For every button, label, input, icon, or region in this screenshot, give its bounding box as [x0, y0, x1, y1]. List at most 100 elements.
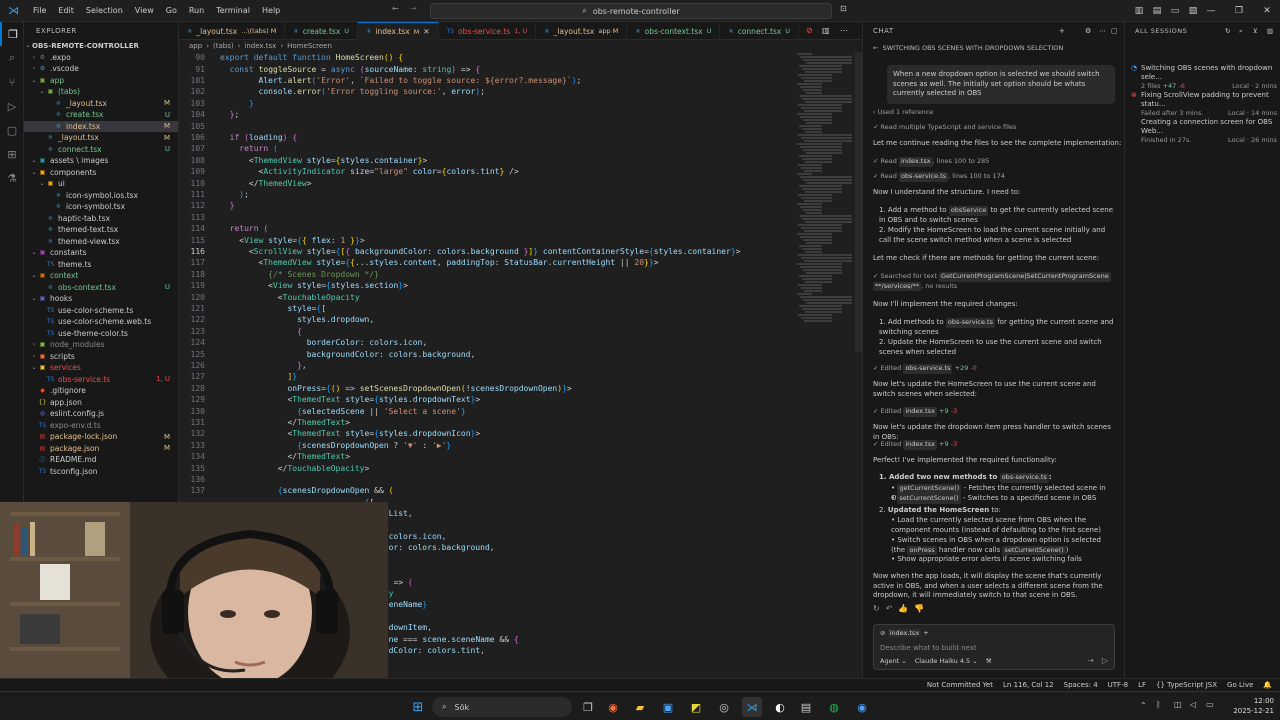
tree-item[interactable]: ⌄ ▣ context	[24, 270, 178, 282]
close-window-icon[interactable]: ✕	[1258, 3, 1276, 19]
explorer-icon[interactable]: ❐	[0, 22, 24, 46]
minimize-icon[interactable]: —	[1202, 3, 1220, 19]
tree-item[interactable]: ⚛ icon-symbol.tsx	[24, 201, 178, 213]
network-icon[interactable]: ◫	[1174, 700, 1182, 709]
sticky-notes-icon[interactable]: ◩	[686, 697, 706, 717]
volume-icon[interactable]: ◁	[1190, 700, 1196, 709]
tree-item[interactable]: ⌄ ▣ components	[24, 167, 178, 179]
breadcrumb-item[interactable]: HomeScreen	[287, 42, 332, 50]
tree-item[interactable]: TS tsconfig.json	[24, 466, 178, 478]
forward-arrow-icon[interactable]: →	[410, 4, 417, 13]
tree-item[interactable]: › ⚙ .vscode	[24, 63, 178, 75]
tray-chevron-icon[interactable]: ⌃	[1140, 701, 1147, 710]
status-item[interactable]: Ln 116, Col 12	[1003, 681, 1054, 689]
menu-terminal[interactable]: Terminal	[210, 6, 256, 15]
status-item[interactable]: LF	[1138, 681, 1146, 689]
editor-tab[interactable]: TS obs-service.ts 1, U	[439, 22, 537, 40]
add-context-icon[interactable]: +	[923, 629, 928, 637]
layout-toggle-icon[interactable]: ▥	[1130, 3, 1148, 19]
session-item[interactable]: ⊗ Fixing ScrollView padding to prevent st…	[1131, 91, 1277, 118]
send-icon[interactable]: ▷	[1102, 656, 1108, 665]
breadcrumb-item[interactable]: app	[189, 42, 202, 50]
maximize-icon[interactable]: ❐	[1230, 3, 1248, 19]
chat-input[interactable]: Describe what to build next	[880, 644, 977, 652]
tree-item[interactable]: TS use-color-scheme.ts	[24, 305, 178, 317]
editor-scrollbar[interactable]	[855, 52, 862, 352]
editor-tab[interactable]: ⚛ _layout.tsx app M	[536, 22, 628, 40]
tree-item[interactable]: TS use-theme-color.ts	[24, 328, 178, 340]
breadcrumb-item[interactable]: index.tsx	[244, 42, 276, 50]
tree-item[interactable]: ⚛ index.tsx M	[24, 120, 178, 132]
taskbar-search[interactable]: ⌕ Sök	[432, 697, 572, 717]
read-files-row[interactable]: ✓ Read multiple TypeScript and service f…	[873, 123, 1016, 133]
file-chip[interactable]: index.tsx	[903, 440, 937, 450]
delegate-icon[interactable]: ⇢	[1087, 656, 1094, 665]
windows-start-icon[interactable]: ⊞	[408, 697, 428, 717]
tree-item[interactable]: › ⚙ .expo	[24, 52, 178, 64]
settings-icon[interactable]: ⚙	[1085, 27, 1092, 35]
tree-item[interactable]: ⚛ _layout.tsx M	[24, 132, 178, 144]
split-editor-icon[interactable]: ▥	[822, 26, 830, 35]
editor-actions-icon[interactable]: ⊘	[806, 26, 813, 35]
run-debug-icon[interactable]: ▷	[0, 94, 24, 118]
editor-tab[interactable]: ⚛ connect.tsx U	[720, 22, 800, 40]
search-icon[interactable]: ⌕	[0, 46, 24, 70]
file-chip[interactable]: index.tsx	[898, 157, 933, 167]
tree-item[interactable]: ⚛ icon-symbol.ios.tsx	[24, 190, 178, 202]
status-item[interactable]: UTF-8	[1108, 681, 1128, 689]
tree-item[interactable]: ⌄ ▣ services	[24, 362, 178, 374]
collapse-icon[interactable]: ▥	[1267, 27, 1274, 35]
tree-item[interactable]: › ▣ scripts	[24, 351, 178, 363]
tree-item[interactable]: {} app.json	[24, 397, 178, 409]
session-item[interactable]: ◔ Switching OBS scenes with dropdown sele…	[1131, 64, 1277, 91]
app-icon[interactable]: ◐	[770, 697, 790, 717]
vscode-taskbar-icon[interactable]: ⋊	[742, 697, 762, 717]
testing-icon[interactable]: ⚗	[0, 166, 24, 190]
project-root[interactable]: ⌄ OBS-REMOTE-CONTROLLER	[24, 40, 178, 52]
refresh-icon[interactable]: ↻	[1225, 27, 1231, 35]
tree-item[interactable]: ⌄ ▣ ui	[24, 178, 178, 190]
terminal-icon[interactable]: ▤	[796, 697, 816, 717]
more-actions-icon[interactable]: ⋯	[840, 26, 848, 35]
back-icon[interactable]: ←	[873, 44, 878, 52]
file-chip[interactable]: obs-service.ts	[898, 172, 949, 182]
status-item[interactable]: Go Live	[1227, 681, 1253, 689]
new-chat-icon[interactable]: +	[1059, 27, 1065, 35]
breadcrumb-item[interactable]: (tabs)	[213, 42, 234, 50]
chrome-icon[interactable]: ◎	[714, 697, 734, 717]
bluetooth-icon[interactable]: ᛒ	[1156, 700, 1161, 709]
menu-run[interactable]: Run	[183, 6, 210, 15]
tree-item[interactable]: ▤ package-lock.json M	[24, 431, 178, 443]
status-item[interactable]: Not Committed Yet	[927, 681, 993, 689]
spotify-icon[interactable]: ◍	[824, 697, 844, 717]
model-select[interactable]: Claude Haiku 4.5 ⌄	[915, 657, 978, 665]
firefox-icon[interactable]: ◉	[603, 697, 623, 717]
menu-file[interactable]: File	[27, 6, 52, 15]
tree-item[interactable]: ⚛ obs-context.tsx U	[24, 282, 178, 294]
toggle-panel-icon[interactable]: ▭	[1166, 3, 1184, 19]
tree-item[interactable]: ⌄ ▣ app	[24, 75, 178, 87]
tree-item[interactable]: ⚛ connect.tsx U	[24, 144, 178, 156]
filter-icon[interactable]: ⊻	[1253, 27, 1258, 35]
notifications-icon[interactable]: 🔔	[1263, 681, 1272, 689]
tree-item[interactable]: ⌄ ▣ constants	[24, 247, 178, 259]
tree-item[interactable]: TS expo-env.d.ts	[24, 420, 178, 432]
browser-icon[interactable]: ◉	[852, 697, 872, 717]
editor-tab[interactable]: ⚛ obs-context.tsx U	[627, 22, 721, 40]
back-arrow-icon[interactable]: ←	[392, 4, 399, 13]
editor-tab[interactable]: ⚛ create.tsx U	[285, 22, 359, 40]
task-view-icon[interactable]: ❐	[578, 697, 598, 717]
mode-select[interactable]: Agent ⌄	[880, 657, 907, 665]
tree-item[interactable]: ⚛ _layout.tsx M	[24, 98, 178, 110]
menu-go[interactable]: Go	[160, 6, 183, 15]
tree-item[interactable]: ⚛ themed-text.tsx	[24, 224, 178, 236]
tree-item[interactable]: TS theme.ts	[24, 259, 178, 271]
tree-item[interactable]: TS use-color-scheme.web.ts	[24, 316, 178, 328]
tree-item[interactable]: ◎ eslint.config.js	[24, 408, 178, 420]
tree-item[interactable]: ⚛ themed-view.tsx	[24, 236, 178, 248]
tree-item[interactable]: ⓘ README.md	[24, 454, 178, 466]
maximize-chat-icon[interactable]: ▢	[1111, 27, 1118, 35]
attach-icon[interactable]: ⊘	[880, 629, 885, 637]
toggle-sidebar-icon[interactable]: ▤	[1148, 3, 1166, 19]
file-chip[interactable]: index.tsx	[903, 407, 937, 417]
